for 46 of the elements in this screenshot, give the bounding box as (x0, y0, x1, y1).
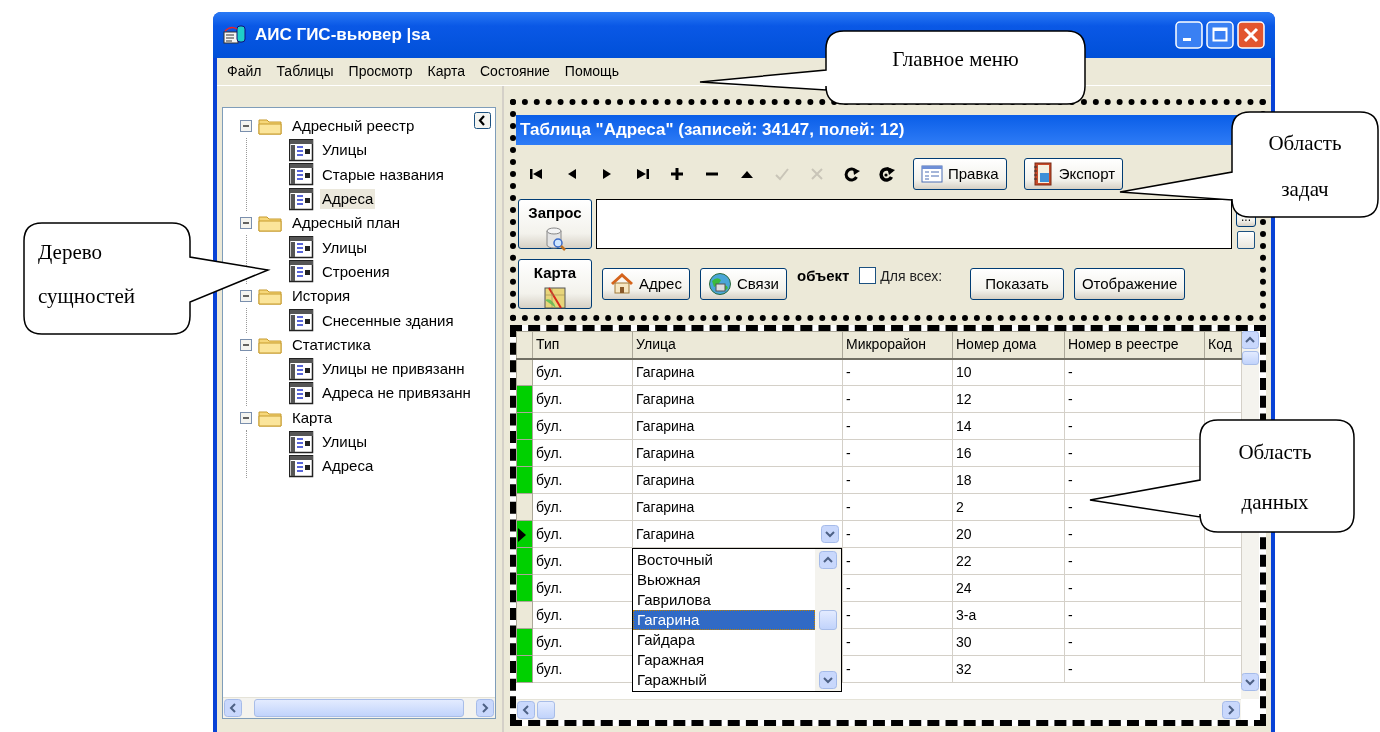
callout-text: Главное меню (891, 46, 1020, 73)
table-cell: - (842, 520, 953, 548)
table-cell: бул. (532, 412, 633, 440)
table-cell: 18 (952, 466, 1065, 494)
table-cell: Гагарина (632, 385, 843, 413)
table-cell: - (1064, 628, 1205, 656)
table-cell: - (1064, 547, 1205, 575)
window-title: АИС ГИС-вьювер |sa (255, 24, 431, 47)
callout-text: Дерево сущностей (37, 239, 137, 310)
callout-text: Область задач (1267, 130, 1343, 203)
table-cell: 2 (952, 493, 1065, 521)
table-cell: бул. (532, 466, 633, 494)
table-cell: 30 (952, 628, 1065, 656)
table-cell: 24 (952, 574, 1065, 602)
table-cell: 14 (952, 412, 1065, 440)
table-cell: - (1064, 358, 1205, 386)
table-cell: - (842, 385, 953, 413)
table-cell: бул. (532, 520, 633, 548)
table-cell: бул. (532, 493, 633, 521)
table-cell: 10 (952, 358, 1065, 386)
table-cell: Гагарина (632, 412, 843, 440)
table-cell: Гагарина (632, 358, 843, 386)
table-cell: - (842, 439, 953, 467)
table-cell: 12 (952, 385, 1065, 413)
table-cell: Гагарина (632, 493, 843, 521)
table-cell: 16 (952, 439, 1065, 467)
table-cell: - (1064, 601, 1205, 629)
table-cell: - (1064, 655, 1205, 683)
table-cell: бул. (532, 385, 633, 413)
table-cell: - (842, 493, 953, 521)
table-cell: бул. (532, 439, 633, 467)
table-cell: - (842, 412, 953, 440)
table-cell: - (1064, 574, 1205, 602)
table-cell: 3-а (952, 601, 1065, 629)
checkbox-label: Для всех: (880, 267, 943, 286)
table-cell: - (842, 358, 953, 386)
table-cell: - (1064, 385, 1205, 413)
table-cell: - (842, 466, 953, 494)
object-label: объект (796, 266, 850, 286)
table-cell: 22 (952, 547, 1065, 575)
table-cell: Гагарина (632, 439, 843, 467)
table-cell: бул. (532, 358, 633, 386)
table-cell: Гагарина (632, 466, 843, 494)
callout-text: Область данных (1237, 439, 1313, 516)
table-cell: 20 (952, 520, 1065, 548)
table-cell: 32 (952, 655, 1065, 683)
